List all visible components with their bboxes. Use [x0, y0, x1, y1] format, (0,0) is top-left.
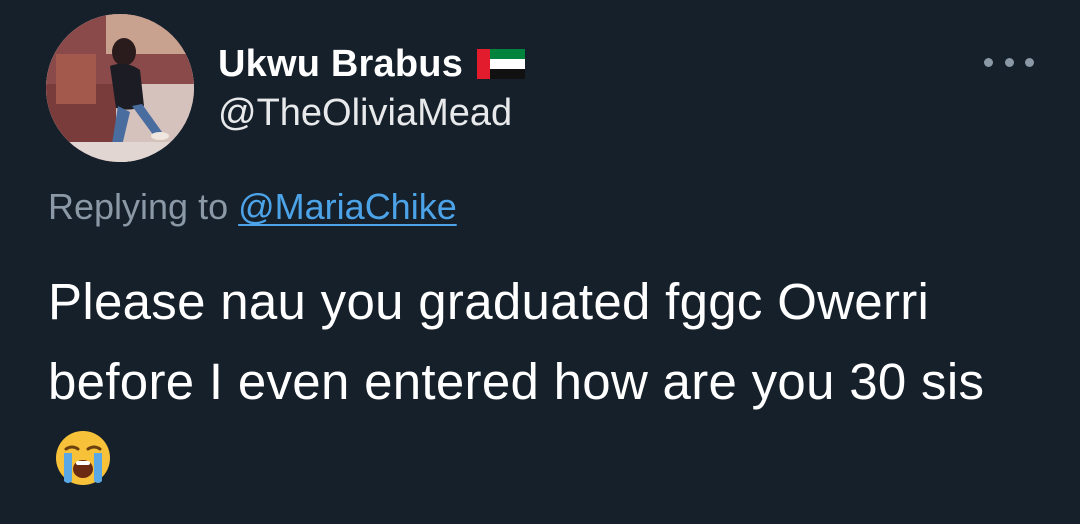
- more-options-icon[interactable]: [984, 50, 1034, 74]
- tweet-text: Please nau you graduated fggc Owerri bef…: [48, 262, 1008, 502]
- dot: [1025, 57, 1034, 67]
- display-name[interactable]: Ukwu Brabus: [218, 43, 463, 86]
- avatar[interactable]: [46, 14, 194, 162]
- replying-to: Replying to @MariaChike: [48, 186, 457, 228]
- replying-prefix: Replying to: [48, 186, 229, 227]
- loudly-crying-face-icon: [54, 429, 112, 487]
- dot: [1004, 57, 1014, 67]
- dot: [984, 57, 993, 67]
- uae-flag-icon: [477, 49, 526, 79]
- tweet-text-content: Please nau you graduated fggc Owerri bef…: [48, 273, 985, 410]
- author-handle[interactable]: @TheOliviaMead: [218, 92, 512, 135]
- replying-to-link[interactable]: @MariaChike: [238, 186, 457, 227]
- author-name-row: Ukwu Brabus: [218, 40, 526, 88]
- tweet-card: Ukwu Brabus @TheOliviaMead Replying to @…: [0, 0, 1080, 524]
